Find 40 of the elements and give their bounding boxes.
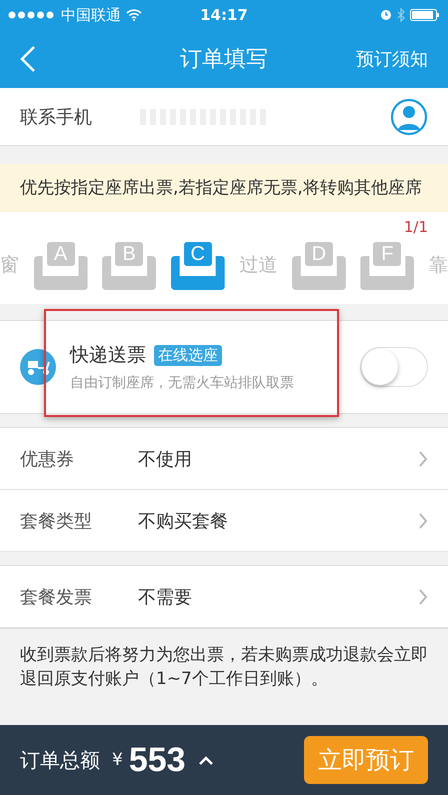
currency-symbol: ¥: [112, 750, 123, 770]
seat-side-label: 窗: [0, 253, 19, 278]
option-label: 优惠券: [20, 448, 75, 470]
option-value: 不购买套餐: [138, 510, 229, 532]
contact-person-icon[interactable]: [390, 98, 428, 136]
clock-time: 14:17: [200, 6, 248, 24]
battery-icon: [410, 9, 440, 21]
seat-side-label: 靠: [428, 253, 448, 278]
delivery-title: 快递送票: [70, 343, 146, 368]
refund-note: 收到票款后将努力为您出票，若未购票成功退款会立即退回原支付账户（1~7个工作日到账）。: [0, 628, 448, 703]
booking-notice-link[interactable]: 预订须知: [356, 47, 428, 71]
option-value: 不使用: [138, 448, 193, 470]
contact-label: 联系手机: [20, 106, 93, 128]
chevron-right-icon: [418, 588, 428, 606]
option-row[interactable]: 套餐类型 不购买套餐: [0, 490, 448, 552]
page-title: 订单填写: [180, 46, 268, 74]
seat-counter: 1/1: [404, 218, 428, 236]
delivery-toggle[interactable]: [360, 347, 428, 387]
chevron-right-icon: [418, 450, 428, 468]
back-button[interactable]: [20, 45, 36, 73]
seat-notice: 优先按指定座席出票,若指定座席无票,将转购其他座席: [0, 164, 448, 212]
bluetooth-icon: [397, 8, 405, 22]
option-label: 套餐类型: [20, 510, 93, 532]
chevron-right-icon: [418, 512, 428, 530]
wifi-icon: [126, 9, 142, 21]
book-now-button[interactable]: 立即预订: [304, 736, 428, 784]
caret-up-icon[interactable]: [198, 754, 214, 766]
total-amount: 553: [128, 740, 186, 780]
option-value: 不需要: [138, 586, 193, 608]
online-seat-tag: 在线选座: [154, 344, 222, 366]
option-label: 套餐发票: [20, 586, 93, 608]
total-label: 订单总额: [20, 746, 100, 774]
option-row[interactable]: 优惠券 不使用: [0, 428, 448, 490]
seat-side-label: 过道: [239, 253, 278, 278]
option-row[interactable]: 套餐发票 不需要: [0, 566, 448, 628]
signal-icon: [8, 11, 56, 19]
alarm-icon: [380, 9, 392, 21]
carrier-name: 中国联通: [61, 6, 121, 24]
delivery-subtitle: 自由订制座席，无需火车站排队取票: [70, 374, 295, 392]
scooter-icon: [20, 349, 56, 385]
